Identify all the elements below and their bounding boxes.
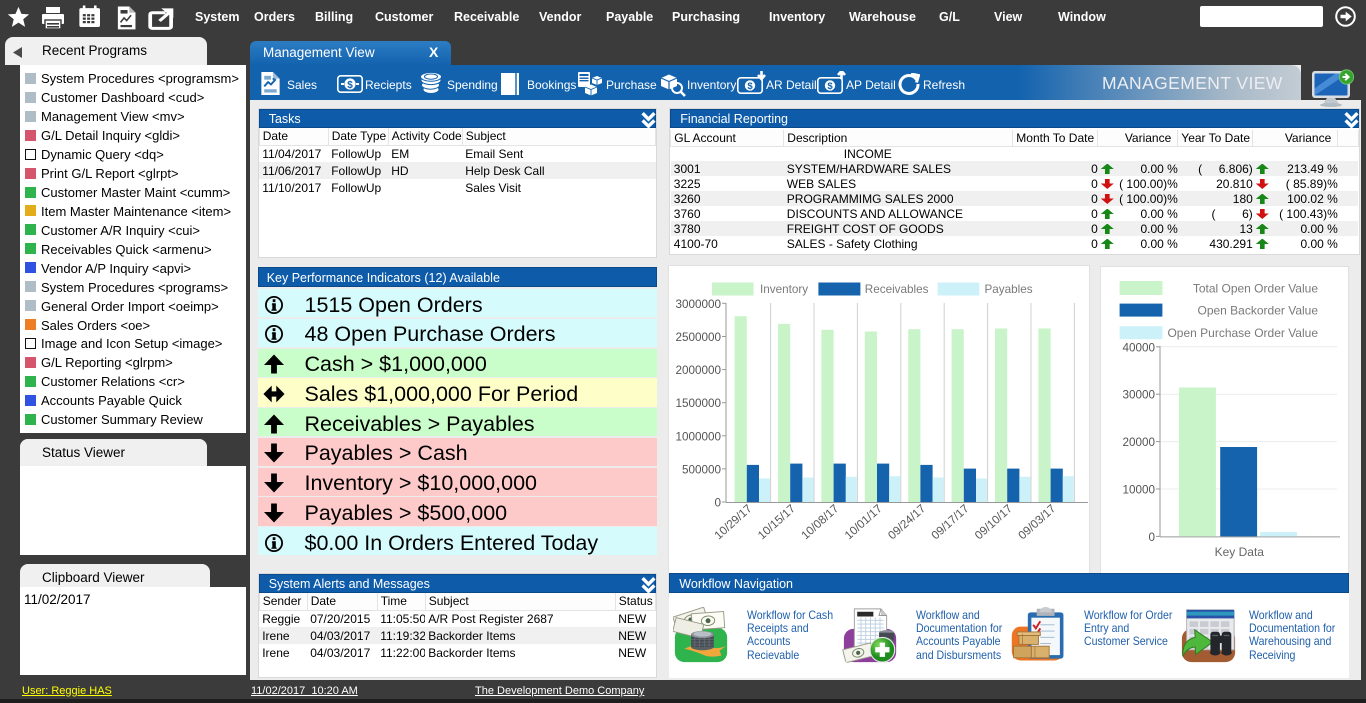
svg-text:09/10/17: 09/10/17 (972, 502, 1015, 542)
svg-text:Inventory: Inventory (760, 283, 808, 296)
svg-text:10/15/17: 10/15/17 (755, 502, 798, 542)
svg-text:10/01/17: 10/01/17 (842, 502, 885, 542)
svg-text:09/03/17: 09/03/17 (1016, 502, 1059, 542)
svg-text:Open Purchase Order Value: Open Purchase Order Value (1168, 326, 1319, 340)
svg-text:$: $ (827, 81, 833, 92)
svg-text:3000000: 3000000 (675, 298, 721, 311)
svg-text:Key Data: Key Data (1215, 545, 1265, 559)
svg-text:30000: 30000 (1123, 388, 1156, 401)
svg-text:20000: 20000 (1123, 436, 1156, 449)
svg-text:$: $ (347, 80, 353, 91)
svg-text:40000: 40000 (1123, 341, 1156, 354)
svg-text:2000000: 2000000 (675, 364, 721, 377)
svg-text:Open Backorder Value: Open Backorder Value (1198, 303, 1319, 317)
svg-text:$: $ (747, 81, 753, 92)
svg-text:10000: 10000 (1123, 483, 1156, 496)
svg-text:Total Open Order Value: Total Open Order Value (1193, 281, 1319, 295)
svg-text:1000000: 1000000 (675, 430, 721, 443)
svg-text:2500000: 2500000 (675, 331, 721, 344)
svg-text:Receivables: Receivables (865, 283, 929, 296)
svg-text:10/08/17: 10/08/17 (799, 502, 842, 542)
svg-text:09/24/17: 09/24/17 (886, 502, 929, 542)
svg-text:1500000: 1500000 (675, 397, 721, 410)
svg-text:500000: 500000 (682, 463, 722, 476)
svg-text:0: 0 (714, 496, 721, 509)
svg-text:Payables: Payables (985, 283, 1033, 296)
svg-text:0: 0 (1149, 531, 1156, 544)
svg-text:09/17/17: 09/17/17 (929, 502, 972, 542)
